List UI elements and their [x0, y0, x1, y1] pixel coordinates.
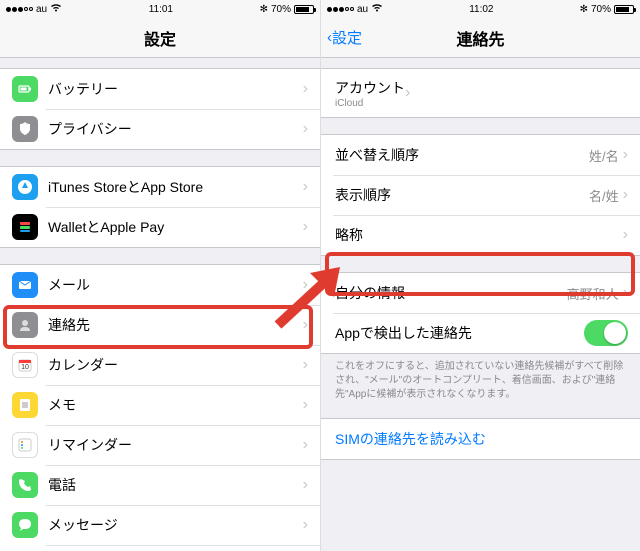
- account-label: アカウント: [335, 78, 405, 98]
- settings-row-mail[interactable]: メール›: [0, 265, 320, 305]
- chevron-right-icon: ›: [623, 146, 628, 164]
- found-in-apps-row[interactable]: Appで検出した連絡先: [321, 313, 640, 353]
- nav-bar: 設定: [0, 18, 320, 58]
- row-label: 電話: [48, 475, 303, 495]
- chevron-right-icon: ›: [405, 84, 410, 102]
- sort-order-row[interactable]: 並べ替え順序 姓/名 ›: [321, 135, 640, 175]
- row-label: リマインダー: [48, 435, 303, 455]
- row-label: メモ: [48, 395, 303, 415]
- status-bar: au 11:01 ✻ 70%: [0, 0, 320, 18]
- row-label: 表示順序: [335, 185, 589, 205]
- settings-row-battery[interactable]: バッテリー›: [0, 69, 320, 109]
- settings-row-contacts[interactable]: 連絡先›: [0, 305, 320, 345]
- bluetooth-icon: ✻: [580, 4, 588, 15]
- page-title: 連絡先: [456, 26, 504, 50]
- battery-percent: 70%: [591, 4, 611, 15]
- row-label: 並べ替え順序: [335, 145, 589, 165]
- footer-note: これをオフにすると、追加されていない連絡先候補がすべて削除され、"メール"のオー…: [321, 354, 640, 402]
- settings-row-calendar[interactable]: 10 カレンダー›: [0, 345, 320, 385]
- row-label: プライバシー: [48, 119, 303, 139]
- chevron-right-icon: ›: [303, 476, 308, 494]
- short-name-row[interactable]: 略称 ›: [321, 215, 640, 255]
- row-label: SIMの連絡先を読み込む: [335, 429, 628, 449]
- toggle-switch[interactable]: [584, 320, 628, 346]
- battery-percent: 70%: [271, 4, 291, 15]
- row-label: メッセージ: [48, 515, 303, 535]
- chevron-right-icon: ›: [303, 178, 308, 196]
- row-label: 略称: [335, 225, 623, 245]
- row-label: メール: [48, 275, 303, 295]
- mail-icon: [12, 272, 38, 298]
- phone-icon: [12, 472, 38, 498]
- calendar-icon: 10: [12, 352, 38, 378]
- battery-icon: [12, 76, 38, 102]
- chevron-right-icon: ›: [623, 284, 628, 302]
- chevron-right-icon: ›: [303, 80, 308, 98]
- settings-row-facetime[interactable]: FaceTime›: [0, 545, 320, 551]
- settings-screen: au 11:01 ✻ 70% 設定 バッテリー›プライバシー›iTunes St…: [0, 0, 320, 551]
- settings-row-notes[interactable]: メモ›: [0, 385, 320, 425]
- row-label: 自分の情報: [335, 283, 567, 303]
- nav-bar: ‹ 設定 連絡先: [321, 18, 640, 58]
- carrier-label: au: [357, 4, 368, 15]
- import-sim-row[interactable]: SIMの連絡先を読み込む: [321, 419, 640, 459]
- wifi-icon: [371, 3, 383, 15]
- chevron-right-icon: ›: [303, 120, 308, 138]
- row-label: WalletとApple Pay: [48, 217, 303, 237]
- chevron-right-icon: ›: [623, 226, 628, 244]
- signal-dots: [6, 7, 33, 12]
- chevron-right-icon: ›: [303, 276, 308, 294]
- row-value: 姓/名: [589, 146, 619, 165]
- reminders-icon: [12, 432, 38, 458]
- battery-icon: [614, 5, 634, 14]
- contacts-settings-screen: au 11:02 ✻ 70% ‹ 設定 連絡先 アカウント: [320, 0, 640, 551]
- chevron-right-icon: ›: [303, 356, 308, 374]
- settings-row-privacy[interactable]: プライバシー›: [0, 109, 320, 149]
- chevron-right-icon: ›: [303, 436, 308, 454]
- account-row[interactable]: アカウント iCloud ›: [321, 69, 640, 117]
- privacy-icon: [12, 116, 38, 142]
- row-label: iTunes StoreとApp Store: [48, 177, 303, 197]
- chevron-right-icon: ›: [303, 218, 308, 236]
- settings-row-wallet[interactable]: WalletとApple Pay›: [0, 207, 320, 247]
- messages-icon: [12, 512, 38, 538]
- wallet-icon: [12, 214, 38, 240]
- row-label: バッテリー: [48, 79, 303, 99]
- status-time: 11:01: [149, 4, 173, 15]
- my-info-row[interactable]: 自分の情報 高野和人 ›: [321, 273, 640, 313]
- appstore-icon: [12, 174, 38, 200]
- contacts-icon: [12, 312, 38, 338]
- settings-row-reminders[interactable]: リマインダー›: [0, 425, 320, 465]
- settings-row-appstore[interactable]: iTunes StoreとApp Store›: [0, 167, 320, 207]
- chevron-right-icon: ›: [303, 316, 308, 334]
- carrier-label: au: [36, 4, 47, 15]
- back-button[interactable]: ‹ 設定: [327, 27, 362, 48]
- row-label: 連絡先: [48, 315, 303, 335]
- signal-dots: [327, 7, 354, 12]
- row-value: 高野和人: [567, 284, 619, 303]
- settings-row-phone[interactable]: 電話›: [0, 465, 320, 505]
- status-bar: au 11:02 ✻ 70%: [321, 0, 640, 18]
- back-label: 設定: [332, 27, 362, 48]
- account-sub: iCloud: [335, 98, 405, 109]
- page-title: 設定: [144, 26, 176, 50]
- row-value: 名/姓: [589, 186, 619, 205]
- notes-icon: [12, 392, 38, 418]
- status-time: 11:02: [469, 4, 493, 15]
- display-order-row[interactable]: 表示順序 名/姓 ›: [321, 175, 640, 215]
- wifi-icon: [50, 3, 62, 15]
- row-label: Appで検出した連絡先: [335, 323, 584, 343]
- chevron-right-icon: ›: [623, 186, 628, 204]
- chevron-right-icon: ›: [303, 516, 308, 534]
- svg-text:10: 10: [21, 364, 29, 371]
- settings-row-messages[interactable]: メッセージ›: [0, 505, 320, 545]
- row-label: カレンダー: [48, 355, 303, 375]
- battery-icon: [294, 5, 314, 14]
- chevron-right-icon: ›: [303, 396, 308, 414]
- bluetooth-icon: ✻: [260, 4, 268, 15]
